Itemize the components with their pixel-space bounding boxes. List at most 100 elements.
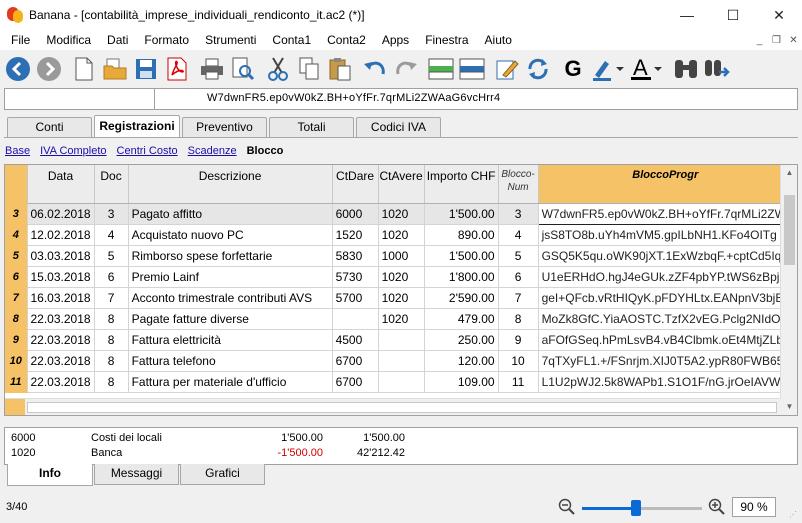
cell-descrizione[interactable]: Rimborso spese forfettarie — [128, 245, 333, 267]
add-rows-icon[interactable] — [427, 55, 455, 83]
resize-grip-icon[interactable]: ⋰ — [789, 510, 799, 520]
column-header-importo[interactable]: Importo CHF — [424, 165, 499, 204]
cell-data[interactable]: 12.02.2018 — [27, 224, 95, 246]
cell-ctdare[interactable]: 1520 — [332, 224, 379, 246]
maximize-button[interactable]: ☐ — [710, 0, 756, 30]
cell-bloccoprogr[interactable]: geI+QFcb.vRtHIQyK.pFDYHLtx.EANpnV3bjB — [538, 287, 794, 309]
table-row[interactable]: 11 22.03.2018 8 Fattura per materiale d'uff… — [5, 371, 794, 393]
column-header-ctdare[interactable]: CtDare — [332, 165, 379, 204]
table-row[interactable]: 8 22.03.2018 8 Pagate fatture diverse 1020 47… — [5, 308, 794, 330]
table-row[interactable]: 3 06.02.2018 3 Pagato affitto 6000 1020 1'500.… — [5, 202, 794, 225]
cell-ctavere[interactable]: 1020 — [378, 287, 425, 309]
cell-bloccoprogr[interactable]: aFOfGSeq.hPmLsvB4.vB4Clbmk.oEt4MtjZLbv — [538, 329, 794, 351]
tab-preventivo[interactable]: Preventivo — [182, 117, 267, 137]
menu-formato[interactable]: Formato — [136, 30, 197, 50]
menu-conta2[interactable]: Conta2 — [319, 30, 374, 50]
tab-conti[interactable]: Conti — [7, 117, 92, 137]
cell-bloccoprogr[interactable]: jsS8TO8b.uYh4mVM5.gpILbNH1.KFo4OITg — [538, 224, 794, 246]
menu-dati[interactable]: Dati — [99, 30, 136, 50]
menu-modifica[interactable]: Modifica — [38, 30, 99, 50]
cell-blocconum[interactable]: 4 — [498, 224, 539, 246]
zoom-out-icon[interactable] — [558, 498, 576, 516]
table-row[interactable]: 7 16.03.2018 7 Acconto trimestrale contribu… — [5, 287, 794, 309]
cell-ctavere[interactable]: 1020 — [378, 266, 425, 288]
pdf-icon[interactable] — [163, 55, 191, 83]
row-number[interactable]: 10 — [5, 350, 28, 372]
cell-blocconum[interactable]: 7 — [498, 287, 539, 309]
cell-descrizione[interactable]: Fattura telefono — [128, 350, 333, 372]
vertical-scroll-thumb[interactable] — [784, 195, 795, 265]
cell-ctdare[interactable]: 6000 — [332, 203, 379, 225]
row-number[interactable]: 5 — [5, 245, 28, 267]
cell-data[interactable]: 22.03.2018 — [27, 308, 95, 330]
cell-data[interactable]: 22.03.2018 — [27, 371, 95, 393]
horizontal-scrollbar[interactable] — [5, 398, 781, 415]
row-number[interactable]: 8 — [5, 308, 28, 330]
cell-ctavere[interactable]: 1020 — [378, 203, 425, 225]
menu-strumenti[interactable]: Strumenti — [197, 30, 264, 50]
cell-bloccoprogr[interactable]: GSQ5K5qu.oWK90jXT.1ExWzbqF.+cptCd5Iq — [538, 245, 794, 267]
highlight-icon[interactable] — [590, 55, 626, 83]
menu-finestra[interactable]: Finestra — [417, 30, 476, 50]
column-header-data[interactable]: Data — [27, 165, 95, 204]
print-preview-icon[interactable] — [229, 55, 257, 83]
cell-data[interactable]: 03.03.2018 — [27, 245, 95, 267]
zoom-value-field[interactable]: 90 % — [732, 497, 776, 517]
cell-blocconum[interactable]: 3 — [498, 203, 539, 225]
cell-blocconum[interactable]: 9 — [498, 329, 539, 351]
cell-doc[interactable]: 3 — [94, 203, 129, 225]
cell-ctavere[interactable] — [378, 329, 425, 351]
scroll-down-icon[interactable]: ▼ — [781, 399, 797, 415]
cell-ctdare[interactable] — [332, 308, 379, 330]
vertical-scrollbar[interactable]: ▲ ▼ — [780, 165, 797, 415]
cell-data[interactable]: 06.02.2018 — [27, 203, 95, 225]
view-blocco[interactable]: Blocco — [247, 145, 284, 157]
column-header-descrizione[interactable]: Descrizione — [128, 165, 333, 204]
cell-descrizione[interactable]: Premio Lainf — [128, 266, 333, 288]
cell-data[interactable]: 22.03.2018 — [27, 329, 95, 351]
cell-blocconum[interactable]: 5 — [498, 245, 539, 267]
cell-ctdare[interactable]: 5700 — [332, 287, 379, 309]
cell-descrizione[interactable]: Acquistato nuovo PC — [128, 224, 333, 246]
cell-blocconum[interactable]: 10 — [498, 350, 539, 372]
cell-bloccoprogr[interactable]: W7dwnFR5.ep0vW0kZ.BH+oYfFr.7qrMLi2ZW — [537, 202, 794, 225]
row-number[interactable]: 6 — [5, 266, 28, 288]
cell-importo[interactable]: 890.00 — [424, 224, 499, 246]
scroll-up-icon[interactable]: ▲ — [781, 165, 797, 181]
forward-icon[interactable] — [35, 55, 63, 83]
menu-conta1[interactable]: Conta1 — [264, 30, 319, 50]
cell-blocconum[interactable]: 11 — [498, 371, 539, 393]
cell-importo[interactable]: 1'800.00 — [424, 266, 499, 288]
back-icon[interactable] — [4, 55, 32, 83]
cell-descrizione[interactable]: Fattura elettricità — [128, 329, 333, 351]
close-button[interactable]: ✕ — [756, 0, 802, 30]
cell-address-box[interactable] — [5, 89, 155, 109]
paste-icon[interactable] — [326, 55, 354, 83]
menu-apps[interactable]: Apps — [374, 30, 417, 50]
table-row[interactable]: 4 12.02.2018 4 Acquistato nuovo PC 1520 1020 8… — [5, 224, 794, 246]
column-header-blocconum[interactable]: Blocco- Num — [498, 165, 539, 204]
cell-bloccoprogr[interactable]: L1U2pWJ2.5k8WAPb1.S1O1F/nG.jrOeIAVW — [538, 371, 794, 393]
cell-ctdare[interactable]: 6700 — [332, 350, 379, 372]
binoculars-icon[interactable] — [672, 55, 700, 83]
tab-messaggi[interactable]: Messaggi — [94, 464, 179, 485]
cell-blocconum[interactable]: 8 — [498, 308, 539, 330]
cell-importo[interactable]: 109.00 — [424, 371, 499, 393]
cell-blocconum[interactable]: 6 — [498, 266, 539, 288]
bold-icon[interactable]: G — [559, 55, 587, 83]
table-row[interactable]: 6 15.03.2018 6 Premio Lainf 5730 1020 1'800.00… — [5, 266, 794, 288]
cell-doc[interactable]: 8 — [94, 329, 129, 351]
cell-bloccoprogr[interactable]: 7qTXyFL1.+/FSnrjm.XIJ0T5A2.ypR80FWB65 — [538, 350, 794, 372]
mdi-minimize-button[interactable]: _ — [751, 35, 768, 46]
cell-data[interactable]: 15.03.2018 — [27, 266, 95, 288]
font-color-icon[interactable]: A — [629, 55, 665, 83]
cell-descrizione[interactable]: Acconto trimestrale contributi AVS — [128, 287, 333, 309]
tab-codici-iva[interactable]: Codici IVA — [356, 117, 441, 137]
cell-bloccoprogr[interactable]: U1eERHdO.hgJ4eGUk.zZF4pbYP.tWS6zBpj — [538, 266, 794, 288]
tab-totali[interactable]: Totali — [269, 117, 354, 137]
cell-importo[interactable]: 1'500.00 — [424, 245, 499, 267]
tab-info[interactable]: Info — [7, 464, 93, 486]
cell-importo[interactable]: 479.00 — [424, 308, 499, 330]
recalculate-icon[interactable] — [524, 55, 552, 83]
delete-rows-icon[interactable] — [458, 55, 486, 83]
